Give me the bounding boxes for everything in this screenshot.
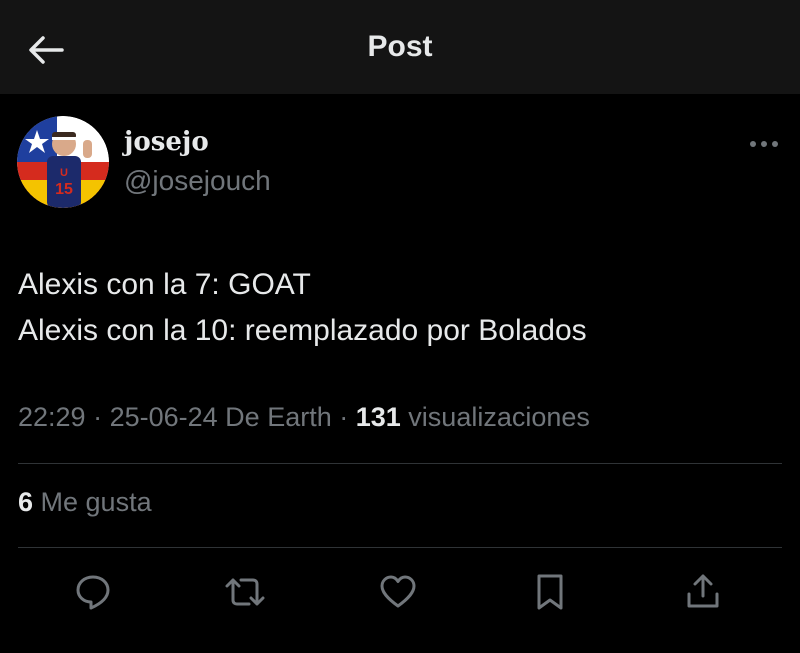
divider xyxy=(18,463,782,464)
bookmark-icon xyxy=(537,574,563,610)
svg-text:U: U xyxy=(60,167,68,179)
post-meta: 22:29 · 25-06-24 De Earth · 131 visualiz… xyxy=(18,402,590,433)
user-handle[interactable]: @josejouch xyxy=(124,165,271,197)
post-body: Alexis con la 7: GOAT Alexis con la 10: … xyxy=(18,262,587,354)
share-icon xyxy=(687,574,719,608)
more-dots-icon xyxy=(750,141,778,147)
like-icon xyxy=(380,575,416,608)
meta-separator: · xyxy=(331,402,356,432)
post-time[interactable]: 22:29 xyxy=(18,402,86,432)
views-label: visualizaciones xyxy=(400,402,590,432)
repost-icon xyxy=(225,578,265,606)
post-source: De Earth xyxy=(217,402,332,432)
svg-text:15: 15 xyxy=(55,181,73,198)
meta-separator: · xyxy=(85,402,110,432)
repost-button[interactable] xyxy=(223,570,267,614)
reply-icon xyxy=(76,575,110,610)
likes-link[interactable]: 6 Me gusta xyxy=(18,487,152,518)
likes-label: Me gusta xyxy=(33,487,152,517)
more-options-button[interactable] xyxy=(744,132,784,156)
top-bar: Post xyxy=(0,0,800,94)
likes-count: 6 xyxy=(18,487,34,517)
reply-button[interactable] xyxy=(71,570,115,614)
divider xyxy=(18,547,782,548)
share-button[interactable] xyxy=(681,570,725,614)
avatar[interactable]: U 15 xyxy=(17,116,109,208)
post-date[interactable]: 25-06-24 xyxy=(110,402,218,432)
post-line: Alexis con la 10: reemplazado por Bolado… xyxy=(18,314,587,347)
bookmark-button[interactable] xyxy=(528,570,572,614)
post-line: Alexis con la 7: GOAT xyxy=(18,268,311,301)
views-count: 131 xyxy=(355,402,401,432)
page-title: Post xyxy=(367,30,433,63)
display-name[interactable]: josejo xyxy=(124,127,209,157)
like-button[interactable] xyxy=(376,570,420,614)
